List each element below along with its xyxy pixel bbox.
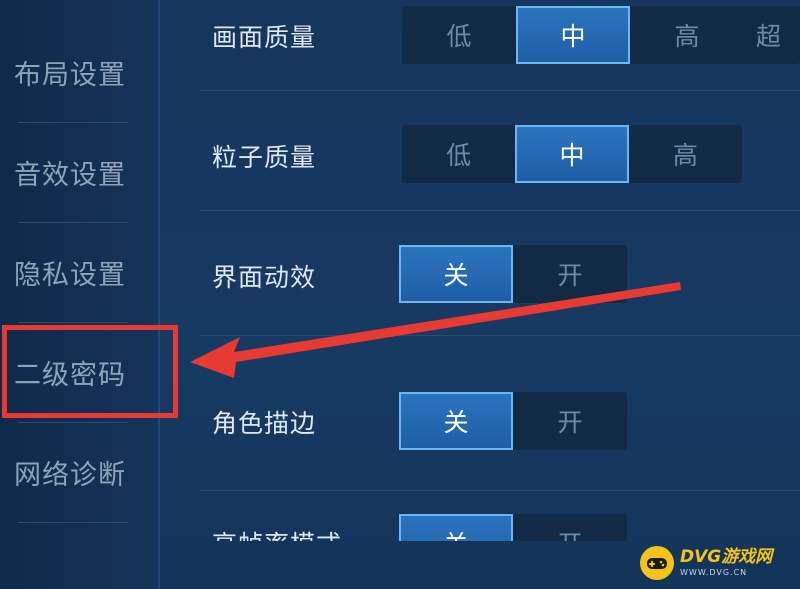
- watermark-subtitle: WWW.DVG.CN: [680, 568, 748, 577]
- watermark-title: DVG游戏网: [680, 547, 773, 567]
- gamepad-icon: [640, 546, 674, 580]
- watermark: DVG游戏网 WWW.DVG.CN: [640, 540, 798, 586]
- red-arrow-icon: [190, 282, 681, 378]
